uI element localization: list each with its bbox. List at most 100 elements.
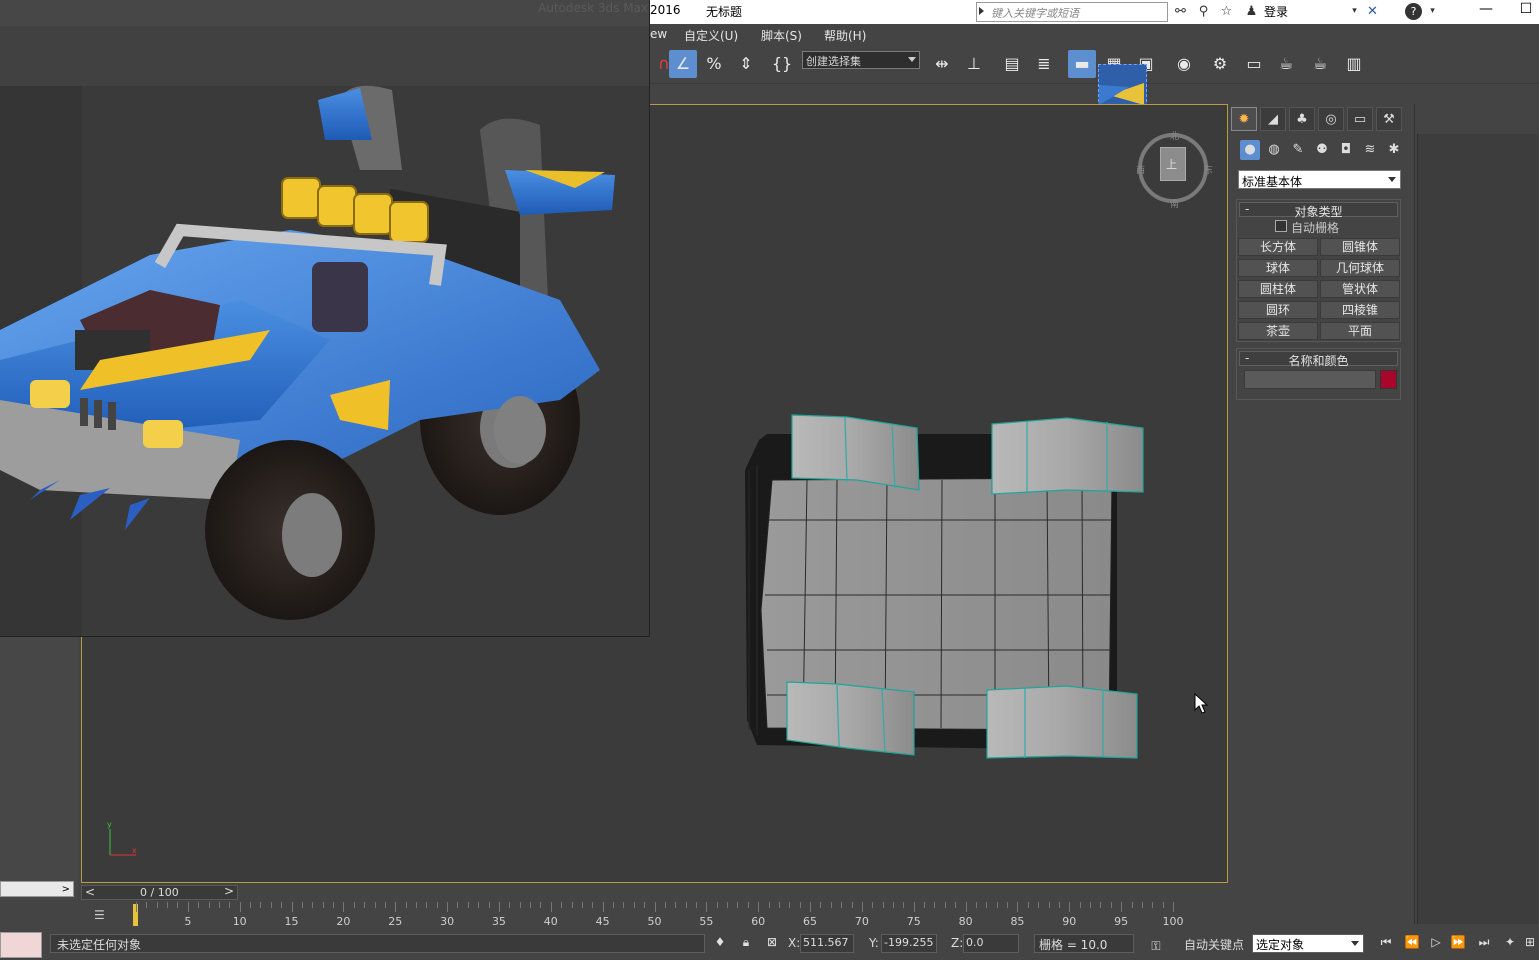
autogrid-checkbox[interactable]: [1275, 220, 1287, 232]
menu-view[interactable]: ew: [650, 27, 667, 41]
sphere-button[interactable]: 球体: [1238, 259, 1318, 277]
utilities-tab-icon[interactable]: ⚒: [1376, 107, 1402, 131]
menu-script[interactable]: 脚本(S): [761, 27, 802, 44]
helpers-icon[interactable]: ◘: [1336, 140, 1356, 160]
compass-west[interactable]: 西: [1136, 163, 1145, 176]
ribbon-icon[interactable]: ▬: [1068, 50, 1096, 78]
space-warps-icon[interactable]: ≋: [1360, 140, 1380, 160]
scene-explorer-icon[interactable]: ▤: [998, 50, 1026, 78]
object-name-field[interactable]: [1244, 370, 1376, 389]
key-filter-dropdown[interactable]: 选定对象: [1252, 934, 1364, 953]
frame-tick: [1090, 902, 1092, 908]
cylinder-button[interactable]: 圆柱体: [1238, 280, 1318, 298]
time-slider[interactable]: < 0 / 100: [81, 885, 238, 900]
communication-center-icon[interactable]: ⚲: [1195, 3, 1212, 20]
binoculars-icon[interactable]: ⚯: [1172, 3, 1189, 20]
x-coordinate-field[interactable]: 511.567: [800, 934, 854, 953]
user-icon[interactable]: ♟: [1243, 3, 1260, 20]
time-next-button[interactable]: >: [224, 884, 234, 898]
car-mesh-top-view[interactable]: [737, 410, 1147, 770]
login-link[interactable]: 登录: [1264, 3, 1288, 20]
maximize-button[interactable]: ☐: [1506, 0, 1539, 24]
compass-east[interactable]: 东: [1204, 163, 1213, 176]
z-coordinate-field[interactable]: 0.0: [963, 934, 1019, 953]
name-color-header[interactable]: - 名称和颜色: [1239, 351, 1398, 368]
minimize-button[interactable]: —: [1466, 0, 1506, 24]
material-editor-icon[interactable]: ◉: [1170, 50, 1198, 78]
compass-north[interactable]: 北: [1170, 129, 1179, 142]
reference-image-window[interactable]: Autodesk 3ds Max: [0, 0, 650, 637]
viewcube-face[interactable]: 上: [1160, 147, 1186, 181]
go-to-end-icon[interactable]: ⏭: [1474, 935, 1494, 953]
search-input[interactable]: 键入关键字或短语: [976, 2, 1168, 22]
autokey-button[interactable]: 自动关键点: [1184, 936, 1244, 953]
render-setup-icon[interactable]: ⚙: [1206, 50, 1234, 78]
play-icon[interactable]: ▷: [1426, 935, 1446, 953]
chevron-right-icon[interactable]: >: [62, 884, 70, 895]
cameras-icon[interactable]: ⚉: [1312, 140, 1332, 160]
layer-manager-icon[interactable]: ≣: [1030, 50, 1058, 78]
set-key-icon[interactable]: ⚿: [1146, 939, 1166, 957]
search-expand-icon[interactable]: [979, 7, 984, 15]
spinner-snap-icon[interactable]: ⇕: [732, 50, 760, 78]
cone-button[interactable]: 圆锥体: [1320, 238, 1400, 256]
transform-mode-icon[interactable]: ⊠: [762, 935, 782, 953]
mirror-icon[interactable]: ⇹: [928, 50, 956, 78]
pyramid-button[interactable]: 四棱锥: [1320, 301, 1400, 319]
help-icon[interactable]: ?: [1405, 3, 1422, 20]
track-bar[interactable]: ☰ 5 10 15 20 25 30 35 40 45 50 55 60 65 70 75 80 85 90 95 1…: [81, 902, 1228, 929]
named-selection-set-dropdown[interactable]: 创建选择集: [802, 51, 920, 69]
left-scroll-field[interactable]: >: [0, 881, 74, 897]
box-button[interactable]: 长方体: [1238, 238, 1318, 256]
key-mode-icon[interactable]: ✦: [1500, 935, 1520, 953]
go-to-start-icon[interactable]: ⏮: [1376, 935, 1396, 953]
tube-button[interactable]: 管状体: [1320, 280, 1400, 298]
angle-snap-icon[interactable]: ∠: [669, 50, 697, 78]
maxscript-listener[interactable]: [0, 932, 42, 958]
object-color-swatch[interactable]: [1380, 370, 1397, 389]
display-tab-icon[interactable]: ▭: [1347, 107, 1373, 131]
geometry-icon[interactable]: ●: [1240, 140, 1260, 160]
frame-tick: [1173, 902, 1174, 912]
render-iterative-icon[interactable]: ☕: [1306, 50, 1334, 78]
frame-tick: [343, 902, 345, 912]
plane-button[interactable]: 平面: [1320, 322, 1400, 340]
geosphere-button[interactable]: 几何球体: [1320, 259, 1400, 277]
menu-customize[interactable]: 自定义(U): [684, 27, 738, 44]
track-bar-menu-icon[interactable]: ☰: [94, 908, 105, 922]
autodesk-exchange-icon[interactable]: ✕: [1364, 3, 1381, 20]
shapes-icon[interactable]: ◍: [1264, 140, 1284, 160]
time-prev-button[interactable]: <: [85, 885, 95, 899]
frame-tick: [820, 902, 822, 908]
favorites-star-icon[interactable]: ☆: [1218, 3, 1235, 20]
previous-frame-icon[interactable]: ⏪: [1402, 935, 1422, 953]
login-dropdown-icon[interactable]: ▾: [1346, 3, 1363, 20]
lock-selection-icon[interactable]: 🔒︎: [736, 935, 756, 953]
create-tab-icon[interactable]: ✹: [1231, 107, 1257, 131]
frame-tick: [633, 902, 635, 908]
viewcube[interactable]: 上 北 南 东 西: [1136, 132, 1213, 210]
lights-icon[interactable]: ✎: [1288, 140, 1308, 160]
rendered-frame-window-icon[interactable]: ▭: [1240, 50, 1268, 78]
render-production-icon[interactable]: ☕: [1272, 50, 1300, 78]
align-icon[interactable]: ⊥: [960, 50, 988, 78]
render-in-cloud-icon[interactable]: ▥: [1340, 50, 1368, 78]
modify-tab-icon[interactable]: ◢: [1260, 107, 1286, 131]
torus-button[interactable]: 圆环: [1238, 301, 1318, 319]
compass-south[interactable]: 南: [1170, 197, 1179, 210]
menu-help[interactable]: 帮助(H): [824, 27, 866, 44]
next-frame-icon[interactable]: ⏩: [1448, 935, 1468, 953]
zoom-extents-icon[interactable]: ⊞: [1520, 935, 1539, 953]
isolate-icon[interactable]: ♦: [710, 935, 730, 953]
motion-tab-icon[interactable]: ◎: [1318, 107, 1344, 131]
category-dropdown[interactable]: 标准基本体: [1238, 170, 1401, 189]
edit-named-selection-icon[interactable]: {}: [768, 50, 796, 78]
systems-icon[interactable]: ✱: [1384, 140, 1404, 160]
y-coordinate-field[interactable]: -199.255: [881, 934, 937, 953]
percent-snap-icon[interactable]: %: [700, 50, 728, 78]
frame-tick: [924, 902, 926, 908]
teapot-button[interactable]: 茶壶: [1238, 322, 1318, 340]
hierarchy-tab-icon[interactable]: ♣: [1289, 107, 1315, 131]
help-dropdown-icon[interactable]: ▾: [1424, 3, 1441, 20]
object-type-header[interactable]: - 对象类型: [1239, 202, 1398, 219]
